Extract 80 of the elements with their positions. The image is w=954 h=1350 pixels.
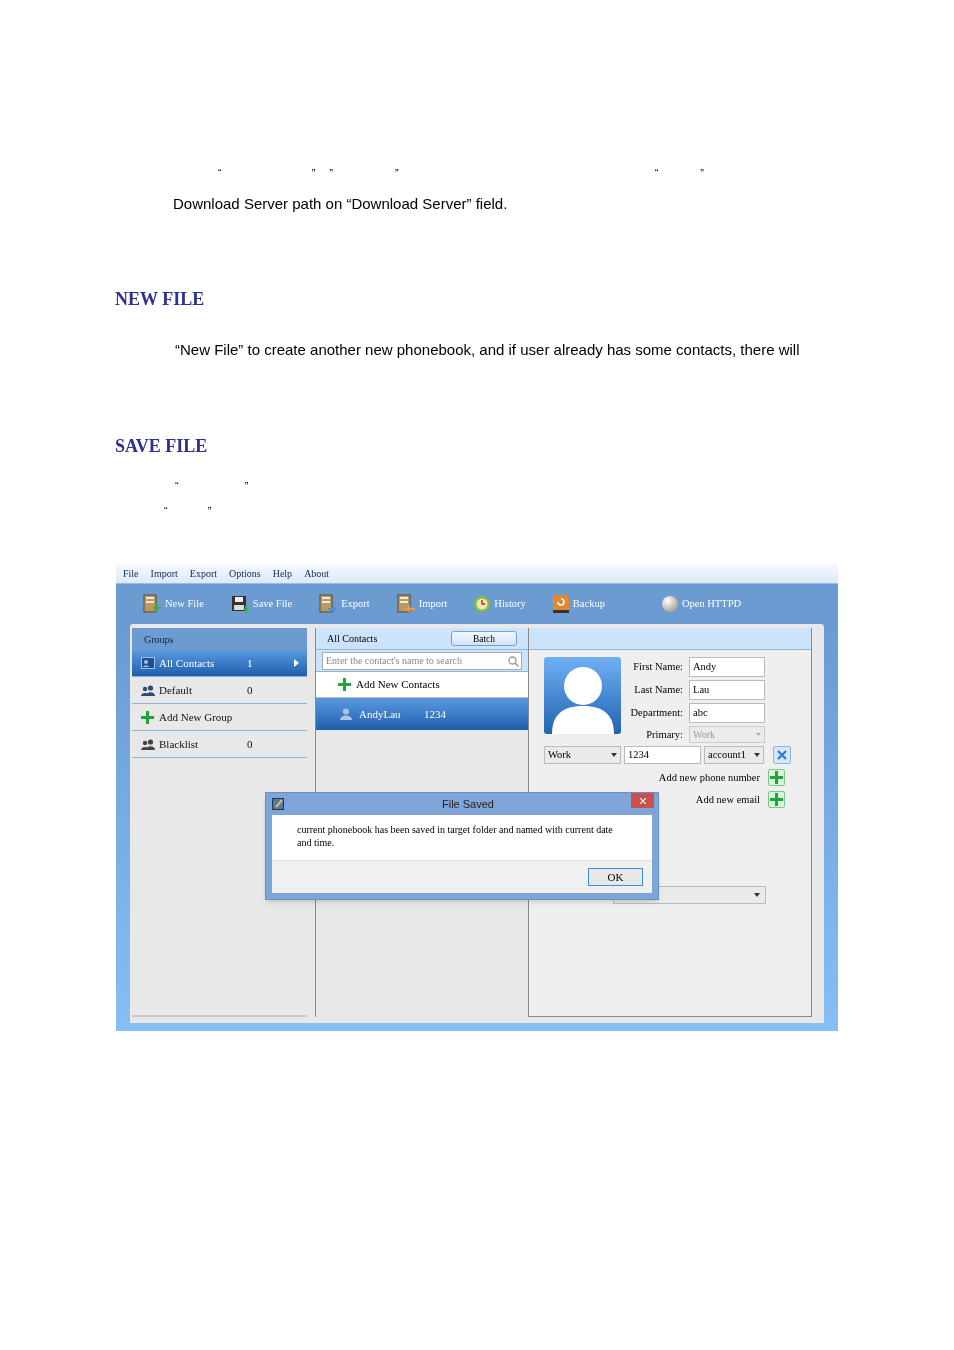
batch-button[interactable]: Batch xyxy=(451,631,517,646)
caret-icon xyxy=(754,893,760,897)
chevron-icon xyxy=(294,659,299,667)
menu-item[interactable]: File xyxy=(123,566,139,581)
paragraph: “New File” to create another new phonebook, and if user already has some contacts, there will xyxy=(175,340,801,360)
contact-number: 1234 xyxy=(424,706,446,722)
text-field[interactable]: abc xyxy=(689,703,765,723)
group-item[interactable]: All Contacts 1 xyxy=(132,650,307,677)
group-count: 1 xyxy=(247,655,253,671)
group-count: 0 xyxy=(247,682,253,698)
close-button[interactable] xyxy=(631,793,654,808)
backup-drive-icon xyxy=(551,594,570,614)
plus-icon xyxy=(770,793,783,806)
quote-mark: “ xyxy=(175,481,179,492)
sphere-icon xyxy=(660,595,679,613)
menu-item[interactable]: About xyxy=(304,566,330,581)
add-phone-label: Add new phone number xyxy=(658,770,760,785)
group-name: Blacklist xyxy=(159,736,200,752)
add-contact-button[interactable]: Add New Contacts xyxy=(316,672,528,698)
quote-mark: ” xyxy=(207,506,212,517)
plus-icon xyxy=(141,710,154,724)
contact-name: AndyLau xyxy=(359,706,402,722)
quote-mark: ” xyxy=(311,168,316,179)
plus-icon xyxy=(338,678,351,691)
quote-mark: “ xyxy=(164,506,168,517)
group-count: 0 xyxy=(247,736,253,752)
close-icon xyxy=(777,750,787,760)
contact-row[interactable]: AndyLau 1234 xyxy=(316,698,528,730)
quote-mark: “ xyxy=(218,168,222,179)
dialog-title: File Saved xyxy=(442,796,494,812)
quote-mark: ” xyxy=(395,168,399,179)
phone-field[interactable]: 1234 xyxy=(624,746,701,764)
field-label: Department: xyxy=(629,706,683,721)
search-field[interactable]: Enter the contact's name to search xyxy=(322,651,522,670)
paragraph: Download Server path on “Download Server” field. xyxy=(173,194,509,214)
field-label: First Name: xyxy=(632,660,683,675)
group-name: Default xyxy=(159,682,193,698)
plus-icon xyxy=(770,771,783,784)
group-name: Add New Group xyxy=(159,709,234,725)
search-icon xyxy=(508,655,519,667)
phone-type-dropdown[interactable]: Work xyxy=(544,746,621,764)
person-silhouette-icon xyxy=(549,664,616,734)
quote-mark: ” xyxy=(244,481,249,492)
ok-button[interactable]: OK xyxy=(588,868,643,886)
text-field[interactable]: Lau xyxy=(689,680,765,700)
people-icon xyxy=(141,684,155,696)
document-plus-icon xyxy=(142,594,162,614)
account-dropdown[interactable]: account1 xyxy=(704,746,764,764)
group-name: All Contacts xyxy=(159,655,216,671)
quote-mark: ” xyxy=(329,168,333,179)
field-label: Last Name: xyxy=(633,683,683,698)
add-email-button[interactable] xyxy=(768,791,785,808)
add-email-label: Add new email xyxy=(695,792,760,807)
quote-mark: ” xyxy=(700,168,705,179)
add-phone-button[interactable] xyxy=(768,769,785,786)
floppy-disk-icon xyxy=(229,594,250,614)
menu-item[interactable]: Options xyxy=(229,566,261,581)
clock-icon xyxy=(473,595,492,613)
panel-title: All Contacts xyxy=(327,632,378,646)
section-heading: SAVE FILE xyxy=(115,435,209,457)
people-icon xyxy=(141,738,155,750)
text-field[interactable]: Andy xyxy=(689,657,765,677)
section-heading: NEW FILE xyxy=(115,288,206,310)
menu-item[interactable]: Export xyxy=(189,566,217,581)
caret-icon xyxy=(611,753,617,757)
document-arrow-left-icon xyxy=(395,594,416,614)
remove-button[interactable] xyxy=(773,746,791,764)
dialog-message: current phonebook has been saved in target folder and named with current date and time. xyxy=(296,823,614,850)
caret-icon xyxy=(756,733,761,736)
menu-item[interactable]: Import xyxy=(150,566,178,581)
panel-title: Groups xyxy=(144,632,174,647)
close-icon xyxy=(639,797,646,804)
notepad-icon xyxy=(272,798,284,810)
quote-mark: “ xyxy=(654,168,659,179)
person-icon xyxy=(340,708,352,720)
field-label: Primary: xyxy=(645,727,683,742)
document-arrow-right-icon xyxy=(318,594,339,614)
contact-card-icon xyxy=(141,657,155,669)
caret-icon xyxy=(754,753,760,757)
menu-item[interactable]: Help xyxy=(272,566,293,581)
